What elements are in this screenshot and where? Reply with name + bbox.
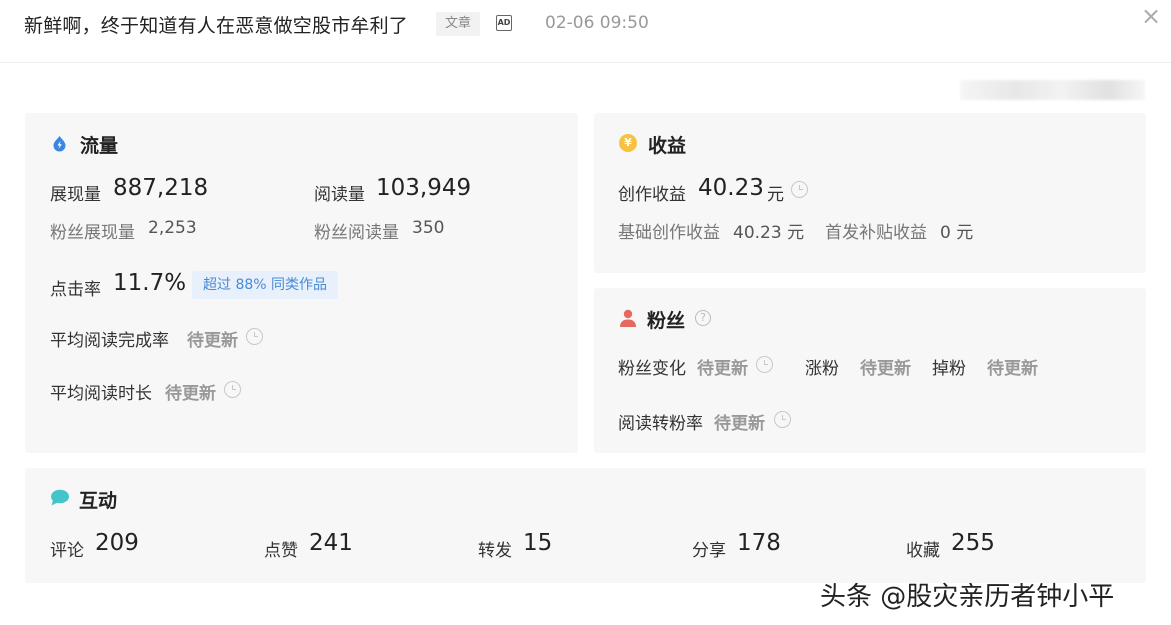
shares-label: 分享 — [692, 541, 726, 561]
impressions-value: 887,218 — [113, 175, 209, 201]
completion-clock-icon — [246, 328, 263, 345]
fans-title: 粉丝 — [647, 310, 686, 332]
fans-help-icon[interactable]: ? — [695, 310, 711, 326]
likes-value: 241 — [309, 530, 353, 556]
article-type-tag: 文章 — [436, 12, 481, 36]
fan-gain-value: 待更新 — [860, 359, 911, 379]
fan-loss-label: 掉粉 — [932, 359, 966, 379]
reposts-value: 15 — [523, 530, 553, 556]
traffic-drop-icon — [53, 136, 66, 152]
conversion-value: 待更新 — [714, 414, 765, 434]
base-earnings-value: 40.23 元 — [733, 223, 805, 243]
earnings-clock-icon — [791, 181, 808, 198]
earnings-title: 收益 — [648, 135, 687, 157]
fans-card: 粉丝 ? 粉丝变化 待更新 涨粉 待更新 掉粉 待更新 阅读转粉率 待更新 — [594, 288, 1146, 453]
comments-value: 209 — [95, 530, 139, 556]
likes-label: 点赞 — [264, 541, 298, 561]
subsidy-earnings-label: 首发补贴收益 — [825, 223, 927, 243]
ctr-label: 点击率 — [50, 280, 101, 300]
traffic-card: 流量 展现量 887,218 阅读量 103,949 粉丝展现量 2,253 粉… — [25, 113, 578, 453]
blurred-toolbar — [960, 80, 1145, 100]
reposts-label: 转发 — [478, 541, 512, 561]
creation-earnings-unit: 元 — [767, 185, 784, 205]
duration-value: 待更新 — [165, 384, 216, 404]
ad-icon: AD — [496, 15, 512, 31]
close-icon[interactable]: × — [1141, 4, 1161, 28]
favorites-value: 255 — [951, 530, 995, 556]
fan-reads-value: 350 — [412, 218, 445, 238]
completion-label: 平均阅读完成率 — [50, 331, 169, 351]
coin-icon: ¥ — [619, 134, 637, 152]
impressions-label: 展现量 — [50, 185, 101, 205]
fan-loss-value: 待更新 — [987, 359, 1038, 379]
interaction-title: 互动 — [79, 490, 118, 512]
fan-gain-label: 涨粉 — [805, 359, 839, 379]
interaction-card: 互动 评论 209 点赞 241 转发 15 分享 178 收藏 255 — [25, 468, 1146, 583]
fan-change-clock-icon — [756, 356, 773, 373]
comments-label: 评论 — [50, 541, 84, 561]
reads-value: 103,949 — [376, 175, 472, 201]
fan-impressions-label: 粉丝展现量 — [50, 223, 135, 243]
creation-earnings-value: 40.23 — [698, 175, 764, 201]
base-earnings-label: 基础创作收益 — [618, 223, 720, 243]
creation-earnings-label: 创作收益 — [618, 185, 686, 205]
chat-bubble-icon — [51, 489, 69, 506]
ctr-value: 11.7% — [113, 270, 187, 296]
traffic-title: 流量 — [80, 135, 119, 157]
shares-value: 178 — [737, 530, 781, 556]
favorites-label: 收藏 — [906, 541, 940, 561]
conversion-label: 阅读转粉率 — [618, 414, 703, 434]
fan-reads-label: 粉丝阅读量 — [314, 223, 399, 243]
fan-user-icon — [620, 309, 636, 327]
reads-label: 阅读量 — [314, 185, 365, 205]
completion-value: 待更新 — [187, 331, 238, 351]
duration-clock-icon — [224, 381, 241, 398]
ctr-rank-badge: 超过 88% 同类作品 — [192, 271, 339, 299]
earnings-card: ¥ 收益 创作收益 40.23 元 基础创作收益 40.23 元 首发补贴收益 … — [594, 113, 1146, 273]
conversion-clock-icon — [774, 411, 791, 428]
watermark-text: 头条 @股灾亲历者钟小平 — [820, 582, 1115, 612]
fan-change-value: 待更新 — [697, 359, 748, 379]
article-title: 新鲜啊，终于知道有人在恶意做空股市牟利了 — [24, 15, 409, 37]
fan-impressions-value: 2,253 — [148, 218, 197, 238]
article-header: 新鲜啊，终于知道有人在恶意做空股市牟利了 文章 AD 02-06 09:50 × — [0, 0, 1171, 63]
publish-time: 02-06 09:50 — [545, 13, 649, 33]
subsidy-earnings-value: 0 元 — [940, 223, 974, 243]
fan-change-label: 粉丝变化 — [618, 359, 686, 379]
duration-label: 平均阅读时长 — [50, 384, 152, 404]
